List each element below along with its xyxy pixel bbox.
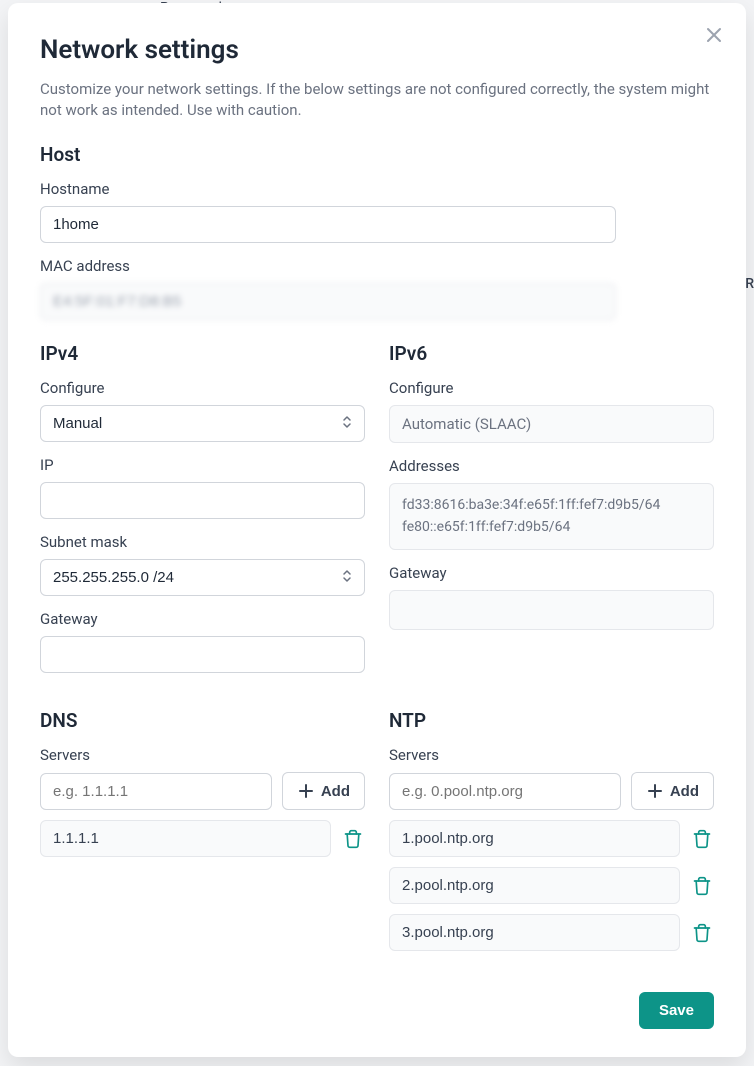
close-button[interactable] [702, 23, 726, 47]
hostname-input[interactable] [40, 206, 616, 243]
ipv4-subnet-select[interactable]: 255.255.255.0 /24 [40, 559, 365, 596]
plus-icon [297, 782, 315, 800]
ntp-title: NTP [389, 709, 714, 732]
ntp-delete-button[interactable] [690, 874, 714, 898]
dns-add-button[interactable]: Add [282, 772, 365, 810]
ipv6-addresses-label: Addresses [389, 457, 714, 475]
dns-server-item[interactable] [40, 820, 331, 857]
ipv4-subnet-label: Subnet mask [40, 533, 365, 551]
ipv4-title: IPv4 [40, 342, 365, 365]
ipv6-configure-label: Configure [389, 379, 714, 397]
dns-servers-label: Servers [40, 746, 365, 764]
ntp-server-item[interactable] [389, 867, 680, 904]
dns-delete-button[interactable] [341, 827, 365, 851]
trash-icon [692, 923, 712, 943]
add-label: Add [670, 783, 699, 800]
add-label: Add [321, 783, 350, 800]
ipv4-gateway-input[interactable] [40, 636, 365, 673]
ipv6-gateway-label: Gateway [389, 564, 714, 582]
ntp-server-row [389, 820, 714, 857]
mac-label: MAC address [40, 257, 714, 275]
ipv6-title: IPv6 [389, 342, 714, 365]
trash-icon [692, 829, 712, 849]
host-section: Host Hostname MAC address [40, 143, 714, 320]
ntp-server-row [389, 867, 714, 904]
plus-icon [646, 782, 664, 800]
ntp-servers-label: Servers [389, 746, 714, 764]
save-button[interactable]: Save [639, 992, 714, 1029]
modal-description: Customize your network settings. If the … [40, 79, 714, 121]
ntp-server-item[interactable] [389, 820, 680, 857]
ipv4-configure-select[interactable]: Manual [40, 405, 365, 442]
ipv6-addresses-box: fd33:8616:ba3e:34f:e65f:1ff:fef7:d9b5/64… [389, 483, 714, 550]
ntp-delete-button[interactable] [690, 921, 714, 945]
ipv4-gateway-label: Gateway [40, 610, 365, 628]
dns-section: DNS Servers Add [40, 709, 365, 961]
dns-add-input[interactable] [40, 773, 272, 810]
ipv4-ip-label: IP [40, 456, 365, 474]
dns-title: DNS [40, 709, 365, 732]
trash-icon [692, 876, 712, 896]
mac-input [40, 283, 616, 320]
ntp-add-input[interactable] [389, 773, 621, 810]
host-title: Host [40, 143, 714, 166]
dns-server-row [40, 820, 365, 857]
ntp-server-row [389, 914, 714, 951]
ipv6-configure-value: Automatic (SLAAC) [389, 405, 714, 443]
ipv4-configure-label: Configure [40, 379, 365, 397]
ipv6-section: IPv6 Configure Automatic (SLAAC) Address… [389, 342, 714, 687]
close-icon [702, 23, 726, 47]
ntp-section: NTP Servers Add [389, 709, 714, 961]
ntp-delete-button[interactable] [690, 827, 714, 851]
ipv6-address-item: fe80::e65f:1ff:fef7:d9b5/64 [402, 517, 701, 539]
hostname-label: Hostname [40, 180, 714, 198]
ipv6-gateway-value [389, 590, 714, 630]
network-settings-modal: Network settings Customize your network … [8, 3, 746, 1057]
modal-title: Network settings [40, 35, 714, 65]
trash-icon [343, 829, 363, 849]
ntp-add-button[interactable]: Add [631, 772, 714, 810]
ipv4-ip-input[interactable] [40, 482, 365, 519]
ipv6-address-item: fd33:8616:ba3e:34f:e65f:1ff:fef7:d9b5/64 [402, 495, 701, 517]
bg-r-text: R [745, 276, 754, 292]
ntp-server-item[interactable] [389, 914, 680, 951]
ipv4-section: IPv4 Configure Manual IP [40, 342, 365, 687]
